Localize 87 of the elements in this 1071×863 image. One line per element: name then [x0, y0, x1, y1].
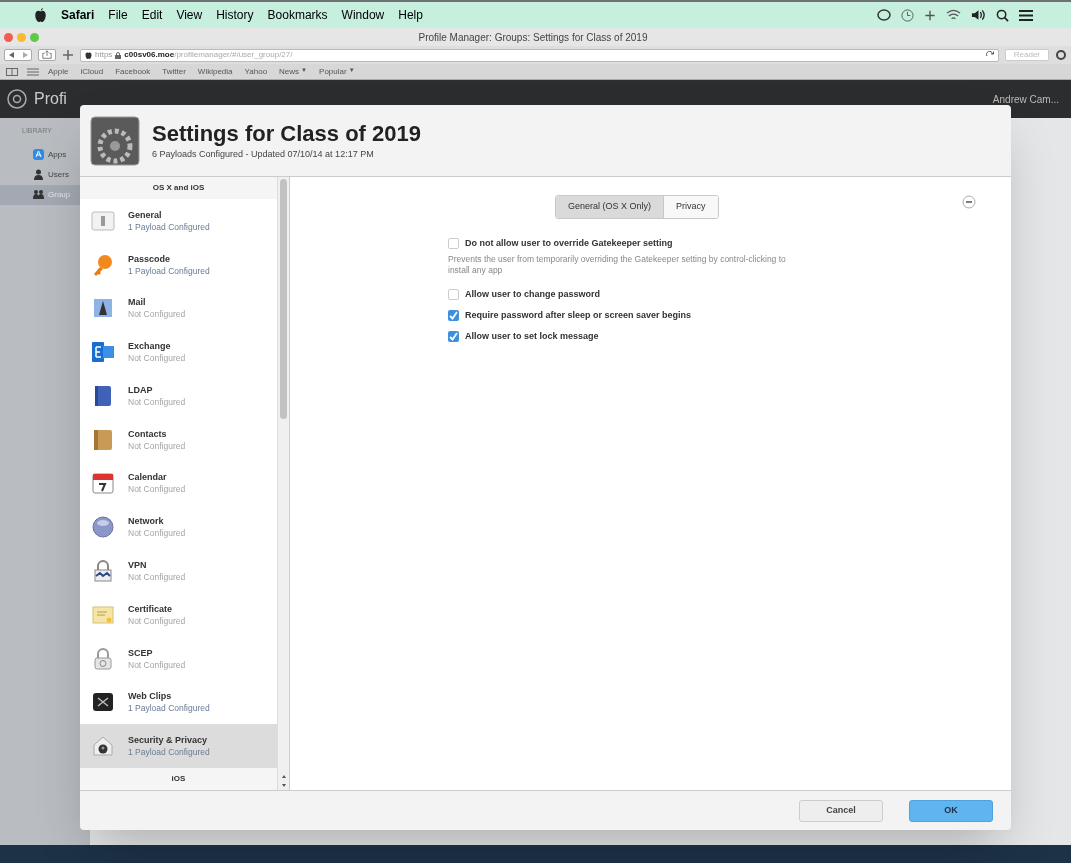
- menu-icon[interactable]: [1019, 8, 1033, 22]
- bookmark-link[interactable]: Facebook: [115, 65, 151, 78]
- payload-status: Not Configured: [128, 395, 186, 408]
- clock-icon[interactable]: [901, 8, 914, 22]
- url-scheme: https: [95, 49, 113, 61]
- bookmark-link[interactable]: Twitter: [162, 65, 186, 78]
- payload-status: Not Configured: [128, 483, 186, 496]
- menu-item[interactable]: Edit: [141, 6, 163, 24]
- checkbox-label: Allow user to change password: [465, 287, 601, 301]
- payload-item[interactable]: Web Clips 1 Payload Configured: [80, 680, 277, 725]
- section-header: OS X and iOS: [80, 177, 277, 199]
- checkbox-label: Require password after sleep or screen saver begins: [465, 308, 692, 322]
- payload-item[interactable]: Calendar Not Configured: [80, 461, 277, 506]
- dialog-title: Settings for Class of 2019: [152, 120, 421, 148]
- menu-item[interactable]: Safari: [61, 6, 95, 24]
- remove-icon[interactable]: [962, 195, 976, 209]
- payload-item[interactable]: LDAP Not Configured: [80, 374, 277, 418]
- payload-status: Not Configured: [128, 352, 186, 365]
- dialog-subtitle: 6 Payloads Configured - Updated 07/10/14 at 12:17 PM: [152, 147, 375, 161]
- checkbox[interactable]: [448, 289, 459, 300]
- app-store-icon: [33, 149, 44, 160]
- bookmark-link[interactable]: Popular: [319, 65, 347, 78]
- share-icon[interactable]: [38, 49, 56, 61]
- payload-status: Not Configured: [128, 439, 186, 452]
- cancel-button[interactable]: Cancel: [799, 799, 883, 822]
- payload-item[interactable]: Contacts Not Configured: [80, 417, 277, 462]
- checkbox[interactable]: [448, 238, 459, 249]
- payload-status: 1 Payload Configured: [128, 702, 210, 715]
- option-description: Prevents the user from temporarily overriding the Gatekeeper setting by control-clicking to install any app: [448, 254, 787, 276]
- calendar-icon: [90, 470, 116, 497]
- checkbox-label: Do not allow user to override Gatekeeper setting: [465, 236, 673, 250]
- menu-item[interactable]: Bookmarks: [267, 6, 328, 24]
- search-icon[interactable]: [996, 8, 1009, 22]
- menu-item[interactable]: File: [108, 6, 128, 24]
- segment-tab[interactable]: General (OS X Only): [556, 196, 665, 218]
- payload-item[interactable]: Security & Privacy 1 Payload Configured: [80, 724, 277, 768]
- payload-status: 1 Payload Configured: [128, 264, 210, 277]
- payload-item[interactable]: SCEP Not Configured: [80, 636, 277, 681]
- payload-item[interactable]: Network Not Configured: [80, 505, 277, 550]
- book-icon[interactable]: [6, 67, 18, 76]
- back-icon[interactable]: [8, 52, 15, 58]
- bookmark-link[interactable]: News: [279, 65, 300, 78]
- menu-item[interactable]: Help: [398, 6, 423, 24]
- checkbox-label: Allow user to set lock message: [465, 329, 599, 343]
- scrollbar[interactable]: [277, 177, 289, 790]
- user-icon: [33, 169, 44, 180]
- payload-item[interactable]: Mail Not Configured: [80, 286, 277, 331]
- payload-status: 1 Payload Configured: [128, 220, 210, 233]
- payload-status: Not Configured: [128, 571, 186, 583]
- menu-item[interactable]: View: [176, 6, 203, 24]
- address-field[interactable]: https c00sv06.moe/profilemanager/#/user_group/27/: [80, 48, 999, 62]
- menu-item[interactable]: Window: [341, 6, 385, 24]
- bookmark-link[interactable]: iCloud: [80, 65, 104, 78]
- close-button[interactable]: [4, 32, 13, 42]
- scroll-arrows-icon[interactable]: [280, 774, 287, 788]
- wifi-icon[interactable]: [946, 9, 961, 21]
- apple-icon: [85, 51, 92, 59]
- window-title: Profile Manager: Groups: Settings for Class of 2019: [418, 30, 648, 45]
- bookmark-link[interactable]: Apple: [48, 65, 69, 78]
- payload-item[interactable]: Passcode 1 Payload Configured: [80, 242, 277, 287]
- payload-item[interactable]: VPN Not Configured: [80, 549, 277, 593]
- ok-button[interactable]: OK: [909, 799, 993, 822]
- reload-icon[interactable]: [985, 51, 994, 59]
- globe-icon: [90, 514, 116, 541]
- segment-tab[interactable]: Privacy: [664, 196, 718, 218]
- back-forward-button[interactable]: [4, 49, 32, 61]
- group-icon: [33, 189, 44, 200]
- bookmark-link[interactable]: Wikipedia: [197, 65, 233, 78]
- bookmark-link[interactable]: Yahoo: [244, 65, 268, 78]
- payload-status: Not Configured: [128, 527, 186, 540]
- scroll-thumb[interactable]: [280, 179, 287, 419]
- user-name[interactable]: Andrew Cam...: [992, 91, 1065, 107]
- payload-item[interactable]: Certificate Not Configured: [80, 592, 277, 637]
- payload-item[interactable]: Exchange Not Configured: [80, 330, 277, 375]
- url-path: /profilemanager/#/user_group/27/: [174, 49, 293, 61]
- menu-item[interactable]: History: [216, 6, 254, 24]
- payload-status: Not Configured: [128, 308, 186, 321]
- add-icon[interactable]: [62, 49, 74, 61]
- library-item[interactable]: Apps: [0, 144, 90, 165]
- payload-status: Not Configured: [128, 614, 186, 627]
- payload-status: Not Configured: [128, 658, 186, 671]
- app-title: Profi: [34, 89, 67, 109]
- section-header: iOS: [80, 768, 277, 790]
- forward-icon[interactable]: [21, 52, 28, 58]
- volume-icon[interactable]: [971, 9, 986, 21]
- payload-status: 1 Payload Configured: [128, 746, 210, 759]
- apple-icon[interactable]: [34, 8, 47, 22]
